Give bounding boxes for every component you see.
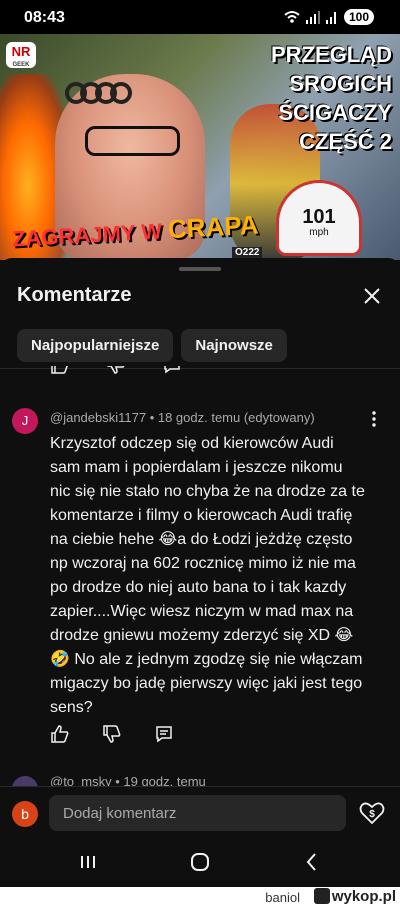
wifi-icon [284, 11, 300, 23]
comments-sheet: Komentarze Najpopularniejsze Najnowsze J… [0, 258, 400, 887]
comment-text: Krzysztof odczep się od kierowców Audi s… [50, 435, 365, 716]
video-player[interactable]: NR GEEK PRZEGLĄD SROGICH ŚCIGACZY CZĘŚĆ … [0, 34, 400, 260]
comment-input-bar: b $ [0, 786, 400, 838]
video-headline: PRZEGLĄD SROGICH ŚCIGACZY CZĘŚĆ 2 [271, 42, 392, 154]
watermark-bar: baniol wykop.pl [0, 887, 400, 908]
like-icon [51, 725, 69, 743]
reply-icon[interactable] [162, 366, 182, 376]
speed-unit: mph [309, 227, 329, 238]
comments-title: Komentarze [17, 284, 132, 306]
previous-comment-actions [50, 366, 182, 376]
speed-value: 101 [302, 206, 336, 228]
battery-icon: 100 [343, 9, 374, 25]
back-icon[interactable] [298, 848, 326, 876]
like-button[interactable] [50, 724, 70, 744]
avatar[interactable]: J [12, 408, 38, 434]
speedometer: 101 mph [276, 180, 362, 256]
channel-logo: NR GEEK [6, 42, 36, 68]
sort-chips: Najpopularniejsze Najnowsze [17, 329, 287, 362]
watermark-logo: wykop.pl [313, 888, 396, 905]
more-vert-icon[interactable] [366, 410, 382, 428]
wykop-icon [313, 888, 330, 904]
reply-icon [156, 726, 172, 743]
user-avatar: b [12, 801, 38, 827]
comment-input[interactable] [49, 795, 346, 831]
status-icons: 100 [284, 9, 374, 25]
comment-actions [50, 724, 174, 744]
glasses-graphic [85, 126, 180, 156]
watermark-user: baniol [265, 890, 300, 905]
signal-2-icon [325, 12, 336, 24]
chip-newest[interactable]: Najnowsze [181, 329, 287, 362]
chip-top-comments[interactable]: Najpopularniejsze [17, 329, 174, 362]
license-plate: O222 [232, 247, 263, 258]
dislike-icon [103, 725, 121, 743]
drag-handle[interactable] [179, 267, 221, 271]
phone-screen: 08:43 100 NR GEEK PRZEGLĄD SROGICH ŚCIGA… [0, 0, 400, 887]
system-nav-bar [0, 838, 400, 887]
home-icon[interactable] [186, 848, 214, 876]
svg-text:$: $ [369, 809, 375, 820]
super-thanks-icon[interactable]: $ [358, 799, 386, 827]
audi-rings-icon [65, 82, 135, 104]
recent-apps-icon[interactable] [74, 848, 102, 876]
close-icon[interactable] [358, 282, 386, 310]
status-bar: 08:43 100 [0, 0, 400, 34]
signal-icon [305, 11, 320, 24]
dislike-icon[interactable] [106, 366, 126, 376]
like-icon[interactable] [50, 366, 70, 376]
reply-button[interactable] [154, 724, 174, 744]
comment-meta: @jandebski1177 • 18 godz. temu (edytowan… [50, 410, 315, 425]
dislike-button[interactable] [102, 724, 122, 744]
status-time: 08:43 [24, 9, 65, 26]
